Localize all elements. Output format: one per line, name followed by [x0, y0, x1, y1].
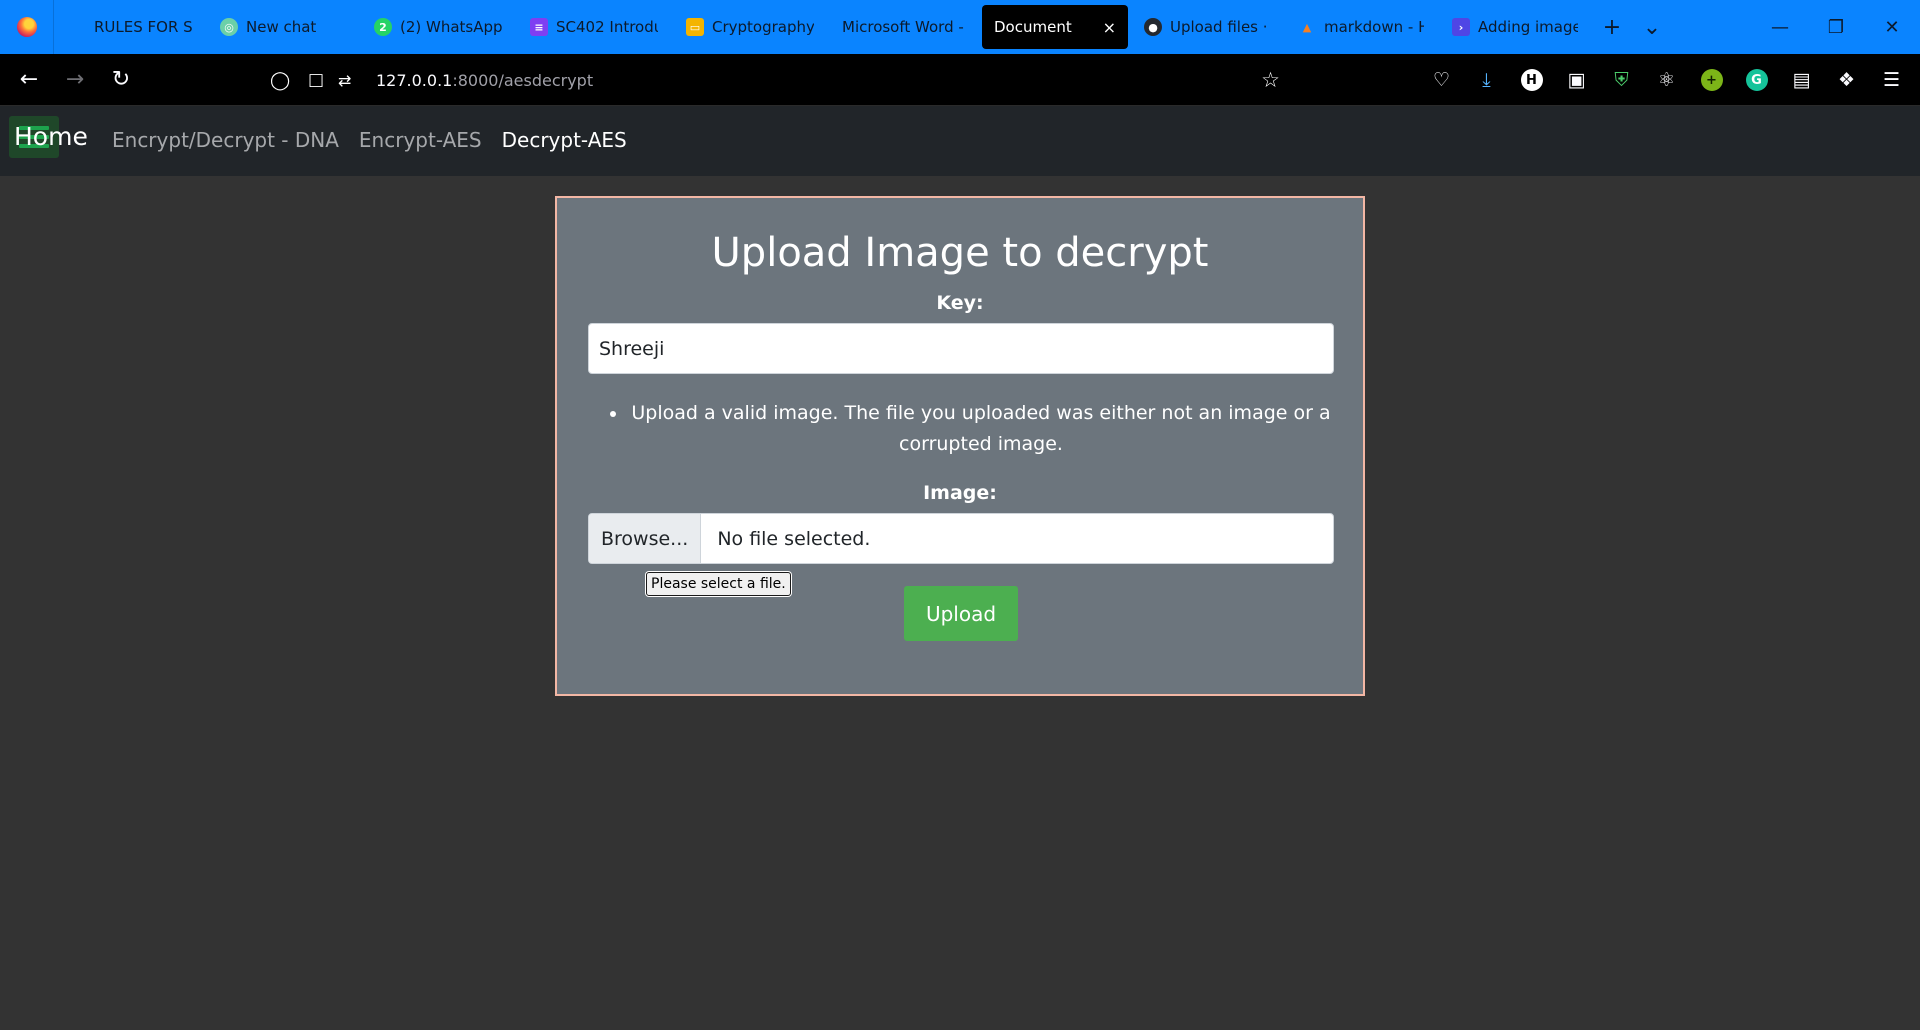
tab-adding-images[interactable]: › Adding images	[1440, 5, 1590, 49]
tab-label: Document	[994, 18, 1072, 36]
tab-new-chat[interactable]: ◎ New chat	[208, 5, 358, 49]
new-tab-icon[interactable]: +	[1592, 7, 1632, 47]
forward-icon[interactable]: →	[52, 57, 98, 103]
tab-markdown[interactable]: ▲ markdown - Ho	[1286, 5, 1436, 49]
powershell-favicon-icon: ›	[1452, 18, 1470, 36]
toolbar-extensions: ♡ ⤓ H ▣ ⛨ ⚛ + G ▤ ❖ ☰	[1419, 57, 1914, 103]
file-status-text: No file selected.	[717, 527, 871, 550]
tab-label: Adding images	[1478, 18, 1578, 36]
tab-sc402[interactable]: ≡ SC402 Introduc	[518, 5, 670, 49]
form-title: Upload Image to decrypt	[711, 230, 1209, 276]
tab-label: Microsoft Word - IS	[842, 18, 966, 36]
tab-microsoft-word[interactable]: Microsoft Word - IS	[830, 5, 978, 49]
adblock-shield-icon[interactable]: ⛨	[1599, 57, 1644, 103]
validation-tooltip: Please select a file.	[646, 572, 791, 596]
downloads-icon[interactable]: ⤓	[1464, 57, 1509, 103]
site-nav-links: Encrypt/Decrypt - DNA Encrypt-AES Decryp…	[112, 128, 627, 152]
tab-label: Cryptography_	[712, 18, 814, 36]
slides-favicon-icon: ▭	[686, 18, 704, 36]
nav-link-dna[interactable]: Encrypt/Decrypt - DNA	[112, 128, 339, 152]
browser-tab-strip: RULES FOR STUDENTS ◎ New chat 2 (2) What…	[0, 0, 1920, 54]
app-menu-icon[interactable]: ☰	[1869, 57, 1914, 103]
tab-document[interactable]: Document ×	[982, 5, 1128, 49]
screenshot-extension-icon[interactable]: ▣	[1554, 57, 1599, 103]
window-controls: — ❐ ✕	[1752, 0, 1920, 54]
restore-icon[interactable]: ❐	[1808, 0, 1864, 54]
tab-label: Upload files · Is	[1170, 18, 1270, 36]
close-tab-icon[interactable]: ×	[1093, 18, 1116, 37]
tab-whatsapp[interactable]: 2 (2) WhatsApp	[362, 5, 514, 49]
navbar-brand-home[interactable]: Home	[14, 122, 88, 151]
site-navbar: Home Encrypt/Decrypt - DNA Encrypt-AES D…	[0, 106, 1920, 176]
tab-label: RULES FOR STUDENTS	[94, 18, 192, 36]
address-bar[interactable]: ◯ □ ⇄ 127.0.0.1:8000/aesdecrypt ☆	[270, 58, 1280, 102]
tab-cryptography[interactable]: ▭ Cryptography_	[674, 5, 826, 49]
error-message: Upload a valid image. The file you uploa…	[628, 398, 1334, 460]
rules-favicon-icon	[68, 18, 86, 36]
tab-label: SC402 Introduc	[556, 18, 658, 36]
decrypt-form-card: Upload Image to decrypt Key: Upload a va…	[555, 196, 1365, 696]
key-label: Key:	[936, 292, 984, 314]
url-host: 127.0.0.1	[376, 70, 453, 90]
notes-extension-icon[interactable]: ▤	[1779, 57, 1824, 103]
error-list: Upload a valid image. The file you uploa…	[588, 398, 1334, 460]
forms-favicon-icon: ≡	[530, 18, 548, 36]
tracking-protection-shield-icon[interactable]: ◯	[270, 70, 294, 91]
window-close-icon[interactable]: ✕	[1864, 0, 1920, 54]
tab-rules[interactable]: RULES FOR STUDENTS	[56, 5, 204, 49]
h-extension-icon[interactable]: H	[1509, 57, 1554, 103]
url-path: :8000/aesdecrypt	[452, 70, 594, 90]
reload-icon[interactable]: ↻	[98, 57, 144, 103]
browse-button[interactable]: Browse...	[589, 514, 702, 563]
list-all-tabs-icon[interactable]: ⌄	[1632, 7, 1672, 47]
firefox-menu-icon[interactable]	[0, 0, 54, 54]
back-icon[interactable]: ←	[6, 57, 52, 103]
grammarly-icon[interactable]: G	[1734, 57, 1779, 103]
image-label: Image:	[923, 482, 997, 504]
bookmark-star-icon[interactable]: ☆	[1261, 68, 1280, 92]
pocket-icon[interactable]: ♡	[1419, 57, 1464, 103]
tab-label: (2) WhatsApp	[400, 18, 502, 36]
permissions-icon[interactable]: ⇄	[338, 71, 368, 90]
image-file-input[interactable]: Browse... No file selected.	[588, 513, 1334, 564]
react-devtools-icon[interactable]: ⚛	[1644, 57, 1689, 103]
whatsapp-favicon-icon: 2	[374, 18, 392, 36]
tab-upload-files[interactable]: ● Upload files · Is	[1132, 5, 1282, 49]
extensions-puzzle-icon[interactable]: ❖	[1824, 57, 1869, 103]
chatgpt-favicon-icon: ◎	[220, 18, 238, 36]
tab-label: markdown - Ho	[1324, 18, 1424, 36]
page-info-icon[interactable]: □	[308, 70, 338, 90]
green-plus-extension-icon[interactable]: +	[1689, 57, 1734, 103]
tab-list: RULES FOR STUDENTS ◎ New chat 2 (2) What…	[54, 0, 1672, 54]
tab-label: New chat	[246, 18, 317, 36]
github-favicon-icon: ●	[1144, 18, 1162, 36]
key-input[interactable]	[588, 323, 1334, 374]
nav-link-encrypt-aes[interactable]: Encrypt-AES	[359, 128, 482, 152]
stackoverflow-favicon-icon: ▲	[1302, 20, 1312, 34]
minimize-icon[interactable]: —	[1752, 0, 1808, 54]
browser-navigation-bar: ← → ↻ ◯ □ ⇄ 127.0.0.1:8000/aesdecrypt ☆ …	[0, 54, 1920, 106]
nav-link-decrypt-aes[interactable]: Decrypt-AES	[502, 128, 627, 152]
upload-button[interactable]: Upload	[904, 586, 1018, 641]
